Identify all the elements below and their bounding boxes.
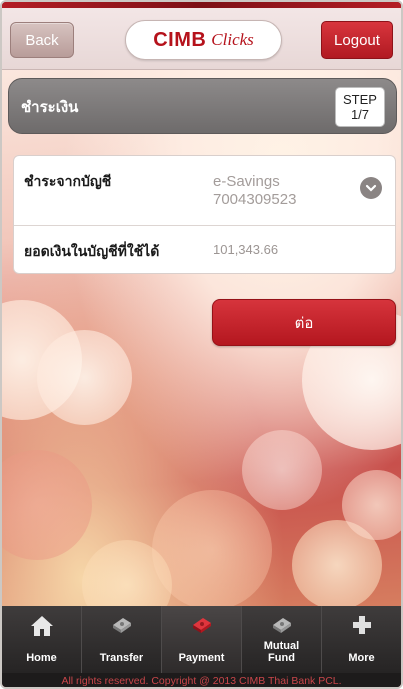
bottom-nav: Home Transfer Payment Mutual Fund More — [2, 606, 401, 673]
bokeh-decoration — [2, 450, 92, 560]
plus-icon — [351, 614, 373, 639]
home-icon — [29, 614, 55, 641]
copyright-footer: All rights reserved. Copyright @ 2013 CI… — [2, 673, 401, 687]
account-number: 7004309523 — [213, 191, 297, 208]
payment-icon — [189, 614, 215, 639]
nav-home[interactable]: Home — [2, 606, 82, 673]
logo-sub-text: Clicks — [211, 30, 254, 49]
from-account-row[interactable]: ชำระจากบัญชี e-Savings 7004309523 — [14, 156, 395, 226]
available-balance-row: ยอดเงินในบัญชีที่ใช้ได้ 101,343.66 — [14, 226, 395, 275]
from-account-label: ชำระจากบัญชี — [24, 174, 112, 190]
nav-mutual-fund[interactable]: Mutual Fund — [242, 606, 322, 673]
header-bar: Back CIMB Clicks Logout — [2, 8, 401, 70]
bokeh-decoration — [37, 330, 132, 425]
nav-home-label: Home — [26, 652, 57, 664]
nav-mutual-fund-label: Mutual Fund — [263, 640, 300, 664]
payment-form-panel: ชำระจากบัญชี e-Savings 7004309523 ยอดเงิ… — [13, 155, 396, 274]
back-button[interactable]: Back — [10, 22, 74, 58]
step-header-bar: ชำระเงิน STEP 1/7 — [8, 78, 397, 134]
mutual-fund-icon — [269, 614, 295, 639]
logo-main-text: CIMB — [153, 28, 207, 51]
page-title: ชำระเงิน — [21, 98, 79, 116]
bokeh-decoration — [242, 430, 322, 510]
nav-transfer-label: Transfer — [99, 652, 144, 664]
nav-more[interactable]: More — [322, 606, 401, 673]
step-value: 1/7 — [350, 107, 370, 122]
chevron-down-icon[interactable] — [360, 177, 382, 199]
account-type: e-Savings — [213, 173, 280, 190]
available-balance-value: 101,343.66 — [213, 242, 279, 257]
transfer-icon — [109, 614, 135, 639]
nav-payment[interactable]: Payment — [162, 606, 242, 673]
nav-payment-label: Payment — [178, 652, 225, 664]
nav-more-label: More — [348, 652, 375, 664]
app-frame: Back CIMB Clicks Logout ชำระเงิน STEP 1/… — [0, 0, 403, 689]
next-button[interactable]: ต่อ — [212, 299, 396, 346]
cimb-clicks-logo: CIMB Clicks — [125, 20, 282, 60]
nav-transfer[interactable]: Transfer — [82, 606, 162, 673]
main-content: ชำระเงิน STEP 1/7 ชำระจากบัญชี e-Savings… — [2, 70, 401, 606]
available-balance-label: ยอดเงินในบัญชีที่ใช้ได้ — [24, 244, 160, 260]
step-label: STEP — [343, 92, 377, 107]
step-indicator: STEP 1/7 — [335, 87, 385, 127]
logout-button[interactable]: Logout — [321, 21, 393, 59]
